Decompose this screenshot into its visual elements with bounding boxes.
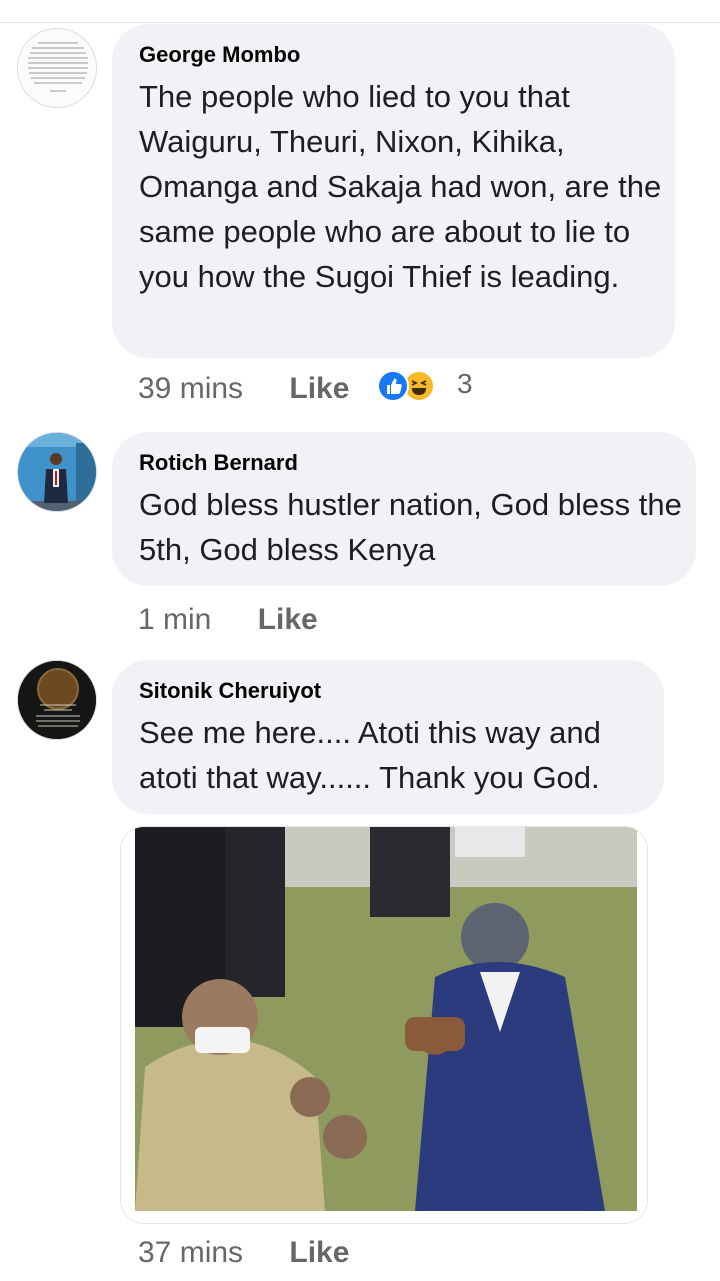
comment-meta: 37 mins Like: [138, 1236, 349, 1270]
comment-time[interactable]: 37 mins: [138, 1236, 243, 1270]
comment-bubble[interactable]: George Mombo The people who lied to you …: [112, 24, 675, 358]
comment-text: God bless hustler nation, God bless the …: [139, 487, 682, 567]
avatar-rotich-bernard[interactable]: [17, 432, 97, 512]
comment-author[interactable]: Sitonik Cheruiyot: [139, 678, 321, 704]
comment-text: See me here.... Atoti this way and atoti…: [139, 715, 601, 795]
like-icon: [377, 370, 409, 402]
comment-text: The people who lied to you that Waiguru,…: [139, 79, 662, 294]
comment-bubble[interactable]: Rotich Bernard God bless hustler nation,…: [112, 432, 696, 586]
like-button[interactable]: Like: [289, 372, 349, 406]
comment-image-attachment[interactable]: [120, 826, 648, 1224]
like-button[interactable]: Like: [258, 603, 318, 637]
like-button[interactable]: Like: [289, 1236, 349, 1270]
photo-image: [135, 827, 637, 1211]
avatar-sitonik-cheruiyot[interactable]: [17, 660, 97, 740]
comment-thread: George Mombo The people who lied to you …: [0, 0, 720, 1281]
comment-time[interactable]: 39 mins: [138, 372, 243, 406]
comment-time[interactable]: 1 min: [138, 603, 211, 637]
comment-author[interactable]: Rotich Bernard: [139, 450, 298, 476]
comment-meta: 1 min Like: [138, 603, 318, 637]
text-image-avatar-icon: [18, 29, 96, 107]
comment-bubble[interactable]: Sitonik Cheruiyot See me here.... Atoti …: [112, 660, 664, 814]
moon-quote-avatar-icon: [18, 661, 96, 739]
comment-author[interactable]: George Mombo: [139, 42, 300, 68]
reaction-count: 3: [457, 368, 473, 399]
comment-meta: 39 mins Like: [138, 372, 349, 406]
person-photo-avatar-icon: [18, 433, 96, 511]
avatar-george-mombo[interactable]: [17, 28, 97, 108]
top-divider: [0, 22, 720, 23]
